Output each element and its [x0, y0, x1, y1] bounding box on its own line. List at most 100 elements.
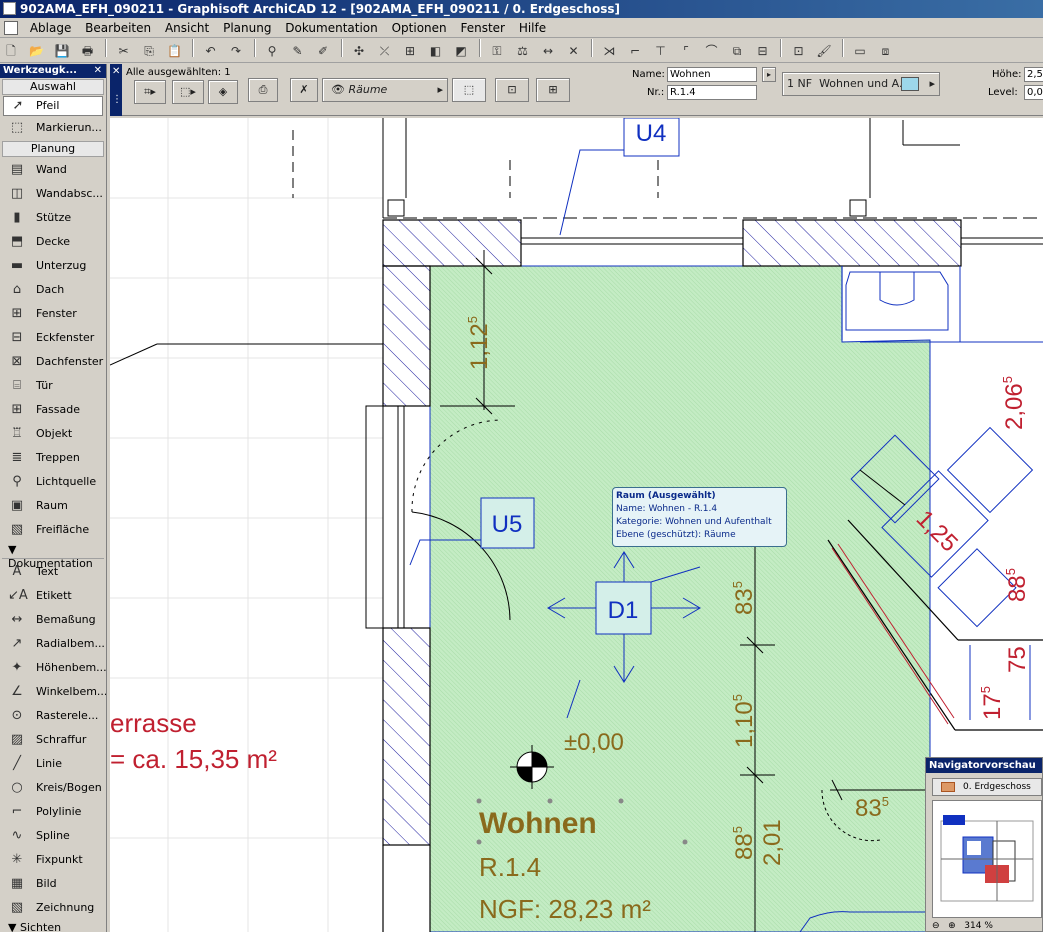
menu-dokumentation[interactable]: Dokumentation	[280, 18, 383, 38]
tool-slab[interactable]: ⬒ Decke	[0, 230, 106, 254]
tool-arc[interactable]: ○ Kreis/Bogen	[0, 776, 106, 800]
room-type-button-3[interactable]: ⊞	[536, 78, 570, 102]
tool-stair[interactable]: ≣ Treppen	[0, 446, 106, 470]
lock-icon[interactable]: ⚿	[487, 41, 507, 61]
menu-ansicht[interactable]: Ansicht	[160, 18, 214, 38]
tool-corner-window[interactable]: ⊟ Eckfenster	[0, 326, 106, 350]
tool-door[interactable]: ⌸ Tür	[0, 374, 106, 398]
undo-icon[interactable]: ↶	[201, 41, 221, 61]
tool-markierung[interactable]: ⬚ Markierun...	[0, 116, 106, 140]
adjust-icon[interactable]: ⌐	[625, 41, 645, 61]
tool-figure[interactable]: ▦ Bild	[0, 872, 106, 896]
curve-icon[interactable]: ⌒	[702, 41, 722, 61]
tool-pfeil[interactable]: ➚ Pfeil	[3, 96, 103, 116]
geometry-method-button[interactable]: ⌗▸	[134, 80, 166, 104]
tool-window[interactable]: ⊞ Fenster	[0, 302, 106, 326]
section-sichten[interactable]: ▼ Sichten	[2, 921, 104, 932]
section-planung[interactable]: Planung	[2, 141, 104, 157]
hoehe-field[interactable]: 2,5	[1024, 67, 1043, 82]
menu-planung[interactable]: Planung	[218, 18, 276, 38]
tool-beam[interactable]: ▬ Unterzug	[0, 254, 106, 278]
tool-column[interactable]: ▮ Stütze	[0, 206, 106, 230]
guide-icon[interactable]: ⤫	[375, 41, 395, 61]
redo-icon[interactable]: ↷	[226, 41, 246, 61]
tool-text[interactable]: A Text	[0, 560, 106, 584]
fill-method-button[interactable]: ◈	[208, 80, 238, 104]
layer-selector[interactable]: 👁 Räume ▸	[322, 78, 448, 102]
find-icon[interactable]: ⚲	[262, 41, 282, 61]
save-icon[interactable]: 💾	[52, 41, 72, 61]
level-field[interactable]: 0,0	[1024, 85, 1043, 100]
tool-spline[interactable]: ∿ Spline	[0, 824, 106, 848]
layer-icon[interactable]: ◧	[426, 41, 446, 61]
measure-icon[interactable]: ⚖	[513, 41, 533, 61]
floor-plan-canvas[interactable]: U4 U5 D1 1,125 2,065 1,25 885 75 175 835…	[110, 118, 1043, 932]
floor-plan-drawing[interactable]: U4 U5 D1 1,125 2,065 1,25 885 75 175 835…	[110, 118, 1043, 932]
tool-level-dimension[interactable]: ✦ Höhenbem...	[0, 656, 106, 680]
selection-method-button[interactable]: ⬚▸	[172, 80, 204, 104]
print-icon[interactable]: 🖶	[78, 41, 98, 61]
tool-curtain-wall[interactable]: ⊞ Fassade	[0, 398, 106, 422]
zoom-out-icon[interactable]: ⊖	[932, 921, 940, 931]
name-menu-arrow[interactable]: ▸	[762, 67, 776, 82]
tool-roof-window[interactable]: ⊠ Dachfenster	[0, 350, 106, 374]
category-selector[interactable]: 1 NF Wohnen und A... ▸	[782, 72, 940, 96]
tool-wall[interactable]: ▤ Wand	[0, 158, 106, 182]
zoom-in-icon[interactable]: ⊕	[948, 921, 956, 931]
snap-icon[interactable]: ✣	[349, 41, 369, 61]
tool-zone[interactable]: ▣ Raum	[0, 494, 106, 518]
tool-fill[interactable]: ▨ Schraffur	[0, 728, 106, 752]
cut-icon[interactable]: ✂	[114, 41, 134, 61]
eyedropper-icon[interactable]: ✎	[288, 41, 308, 61]
tool-label[interactable]: ↙A Etikett	[0, 584, 106, 608]
room-type-button-1[interactable]: ⬚	[452, 78, 486, 102]
section-auswahl[interactable]: Auswahl	[2, 79, 104, 95]
open-icon[interactable]: 📂	[27, 41, 47, 61]
settings-dialog-button[interactable]: ⎙	[248, 78, 278, 102]
delete-icon[interactable]: ✕	[564, 41, 584, 61]
layout-icon[interactable]: ⧈	[876, 41, 896, 61]
close-icon[interactable]: ✕	[94, 64, 102, 78]
group-icon[interactable]: ⧉	[727, 41, 747, 61]
section-dokumentation[interactable]: ▼ Dokumentation	[2, 543, 104, 570]
menu-bearbeiten[interactable]: Bearbeiten	[80, 18, 156, 38]
new-icon[interactable]: 🗋	[1, 41, 21, 61]
syringe-icon[interactable]: ✐	[313, 41, 333, 61]
document-icon[interactable]	[4, 21, 18, 35]
navigator-story-button[interactable]: 0. Erdgeschoss	[932, 778, 1042, 796]
room-type-button-2[interactable]: ⊡	[495, 78, 529, 102]
menu-ablage[interactable]: Ablage	[25, 18, 77, 38]
toolbox-title[interactable]: Werkzeugk... ✕	[0, 64, 106, 78]
tool-hotspot[interactable]: ✳ Fixpunkt	[0, 848, 106, 872]
brush-icon[interactable]: 🖌	[814, 41, 834, 61]
marker-u4[interactable]: U4	[559, 118, 680, 236]
intersect-icon[interactable]: ⊤	[651, 41, 671, 61]
tool-object[interactable]: ♖ Objekt	[0, 422, 106, 446]
tool-lamp[interactable]: ⚲ Lichtquelle	[0, 470, 106, 494]
copy-icon[interactable]: ⎘	[139, 41, 159, 61]
tool-mesh[interactable]: ▧ Freifläche	[0, 518, 106, 542]
tool-line[interactable]: ╱ Linie	[0, 752, 106, 776]
nr-field[interactable]: R.1.4	[667, 85, 757, 100]
tool-angle-dimension[interactable]: ∠ Winkelbem...	[0, 680, 106, 704]
grid-snap-icon[interactable]: ⊞	[400, 41, 420, 61]
tool-drawing[interactable]: ▧ Zeichnung	[0, 896, 106, 920]
info-box-grip[interactable]: ✕ ⋮	[110, 64, 122, 116]
navigator-preview[interactable]	[932, 800, 1042, 918]
tool-radial-dimension[interactable]: ↗ Radialbem...	[0, 632, 106, 656]
tool-dimension[interactable]: ↔ Bemaßung	[0, 608, 106, 632]
tool-wall-end[interactable]: ◫ Wandabsc...	[0, 182, 106, 206]
menu-optionen[interactable]: Optionen	[387, 18, 452, 38]
dimension-icon[interactable]: ↔	[538, 41, 558, 61]
fillet-icon[interactable]: ⌜	[676, 41, 696, 61]
pen-settings-button[interactable]: ✗	[290, 78, 318, 102]
trace-icon[interactable]: ◩	[451, 41, 471, 61]
name-field[interactable]: Wohnen	[667, 67, 757, 82]
navigator-title[interactable]: Navigatorvorschau	[926, 758, 1042, 773]
fit-icon[interactable]: ⊡	[789, 41, 809, 61]
menu-fenster[interactable]: Fenster	[455, 18, 510, 38]
ungroup-icon[interactable]: ⊟	[753, 41, 773, 61]
tool-roof[interactable]: ⌂ Dach	[0, 278, 106, 302]
tool-grid-element[interactable]: ⊙ Rasterele...	[0, 704, 106, 728]
split-icon[interactable]: ⋊	[600, 41, 620, 61]
